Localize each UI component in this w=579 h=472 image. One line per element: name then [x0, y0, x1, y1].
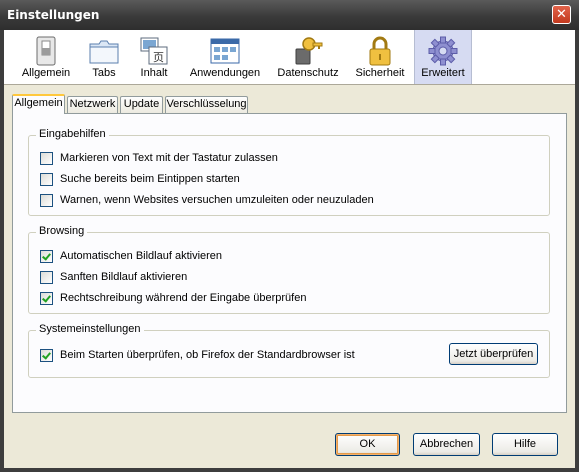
title-bar[interactable]: Einstellungen ✕ — [0, 0, 579, 30]
checkbox-label: Sanften Bildlauf aktivieren — [60, 271, 188, 283]
toolbar-item-tabs[interactable]: Tabs — [82, 30, 126, 84]
applications-icon — [210, 38, 240, 64]
settings-window: Einstellungen ✕ Allgemein Tabs 页 Inhalt … — [0, 0, 579, 472]
checkbox-checked[interactable] — [40, 292, 53, 305]
toolbar-label: Allgemein — [21, 67, 71, 79]
checkbox[interactable] — [40, 173, 53, 186]
toolbar-label: Tabs — [92, 67, 116, 79]
category-toolbar: Allgemein Tabs 页 Inhalt Anwendungen Date… — [4, 30, 575, 85]
tab-netzwerk[interactable]: Netzwerk — [67, 96, 118, 113]
group-legend: Browsing — [36, 225, 88, 237]
group-eingabehilfen: Eingabehilfen Markieren von Text mit der… — [28, 128, 550, 216]
checkbox-checked[interactable] — [40, 250, 53, 263]
window-title: Einstellungen — [7, 8, 100, 22]
privacy-key-icon — [295, 37, 323, 65]
padlock-icon — [369, 36, 391, 66]
dialog-client: Allgemein Tabs 页 Inhalt Anwendungen Date… — [4, 30, 575, 468]
checkbox-label: Beim Starten überprüfen, ob Firefox der … — [60, 349, 355, 361]
help-button[interactable]: Hilfe — [492, 433, 558, 456]
toolbar-item-sicherheit[interactable]: Sicherheit — [350, 30, 410, 84]
tab-verschluesselung[interactable]: Verschlüsselung — [165, 96, 248, 113]
toolbar-item-inhalt[interactable]: 页 Inhalt — [134, 30, 174, 84]
toolbar-item-datenschutz[interactable]: Datenschutz — [272, 30, 344, 84]
toolbar-label: Anwendungen — [189, 67, 261, 79]
group-browsing: Browsing Automatischen Bildlauf aktivier… — [28, 225, 550, 314]
gear-icon — [428, 36, 458, 66]
toolbar-label: Datenschutz — [277, 67, 339, 79]
toolbar-label: Sicherheit — [355, 67, 405, 79]
checkbox-checked[interactable] — [40, 349, 53, 362]
toolbar-item-allgemein[interactable]: Allgemein — [10, 30, 82, 84]
checkbox-label: Automatischen Bildlauf aktivieren — [60, 250, 223, 262]
toolbar-item-erweitert[interactable]: Erweitert — [414, 30, 472, 84]
tabs-icon — [89, 40, 119, 64]
group-systemeinstellungen: Systemeinstellungen Beim Starten überprü… — [28, 323, 550, 378]
checkbox[interactable] — [40, 152, 53, 165]
toolbar-item-anwendungen[interactable]: Anwendungen — [186, 30, 264, 84]
checkbox[interactable] — [40, 194, 53, 207]
switch-icon — [36, 36, 56, 66]
tab-panel-allgemein: Eingabehilfen Markieren von Text mit der… — [12, 113, 567, 413]
group-legend: Systemeinstellungen — [36, 323, 144, 335]
checkbox-label: Markieren von Text mit der Tastatur zula… — [60, 152, 278, 164]
content-icon: 页 — [140, 37, 168, 65]
svg-text:页: 页 — [153, 51, 164, 64]
tab-update[interactable]: Update — [120, 96, 163, 113]
group-legend: Eingabehilfen — [36, 128, 109, 140]
ok-button[interactable]: OK — [335, 433, 400, 456]
toolbar-label: Erweitert — [421, 67, 465, 79]
checkbox-label: Warnen, wenn Websites versuchen umzuleit… — [60, 194, 374, 206]
check-now-button[interactable]: Jetzt überprüfen — [449, 343, 538, 365]
close-button[interactable]: ✕ — [552, 5, 571, 24]
checkbox-label: Rechtschreibung während der Eingabe über… — [60, 292, 307, 304]
cancel-button[interactable]: Abbrechen — [413, 433, 480, 456]
checkbox[interactable] — [40, 271, 53, 284]
toolbar-label: Inhalt — [140, 67, 168, 79]
checkbox-label: Suche bereits beim Eintippen starten — [60, 173, 240, 185]
tab-allgemein[interactable]: Allgemein — [12, 94, 65, 114]
